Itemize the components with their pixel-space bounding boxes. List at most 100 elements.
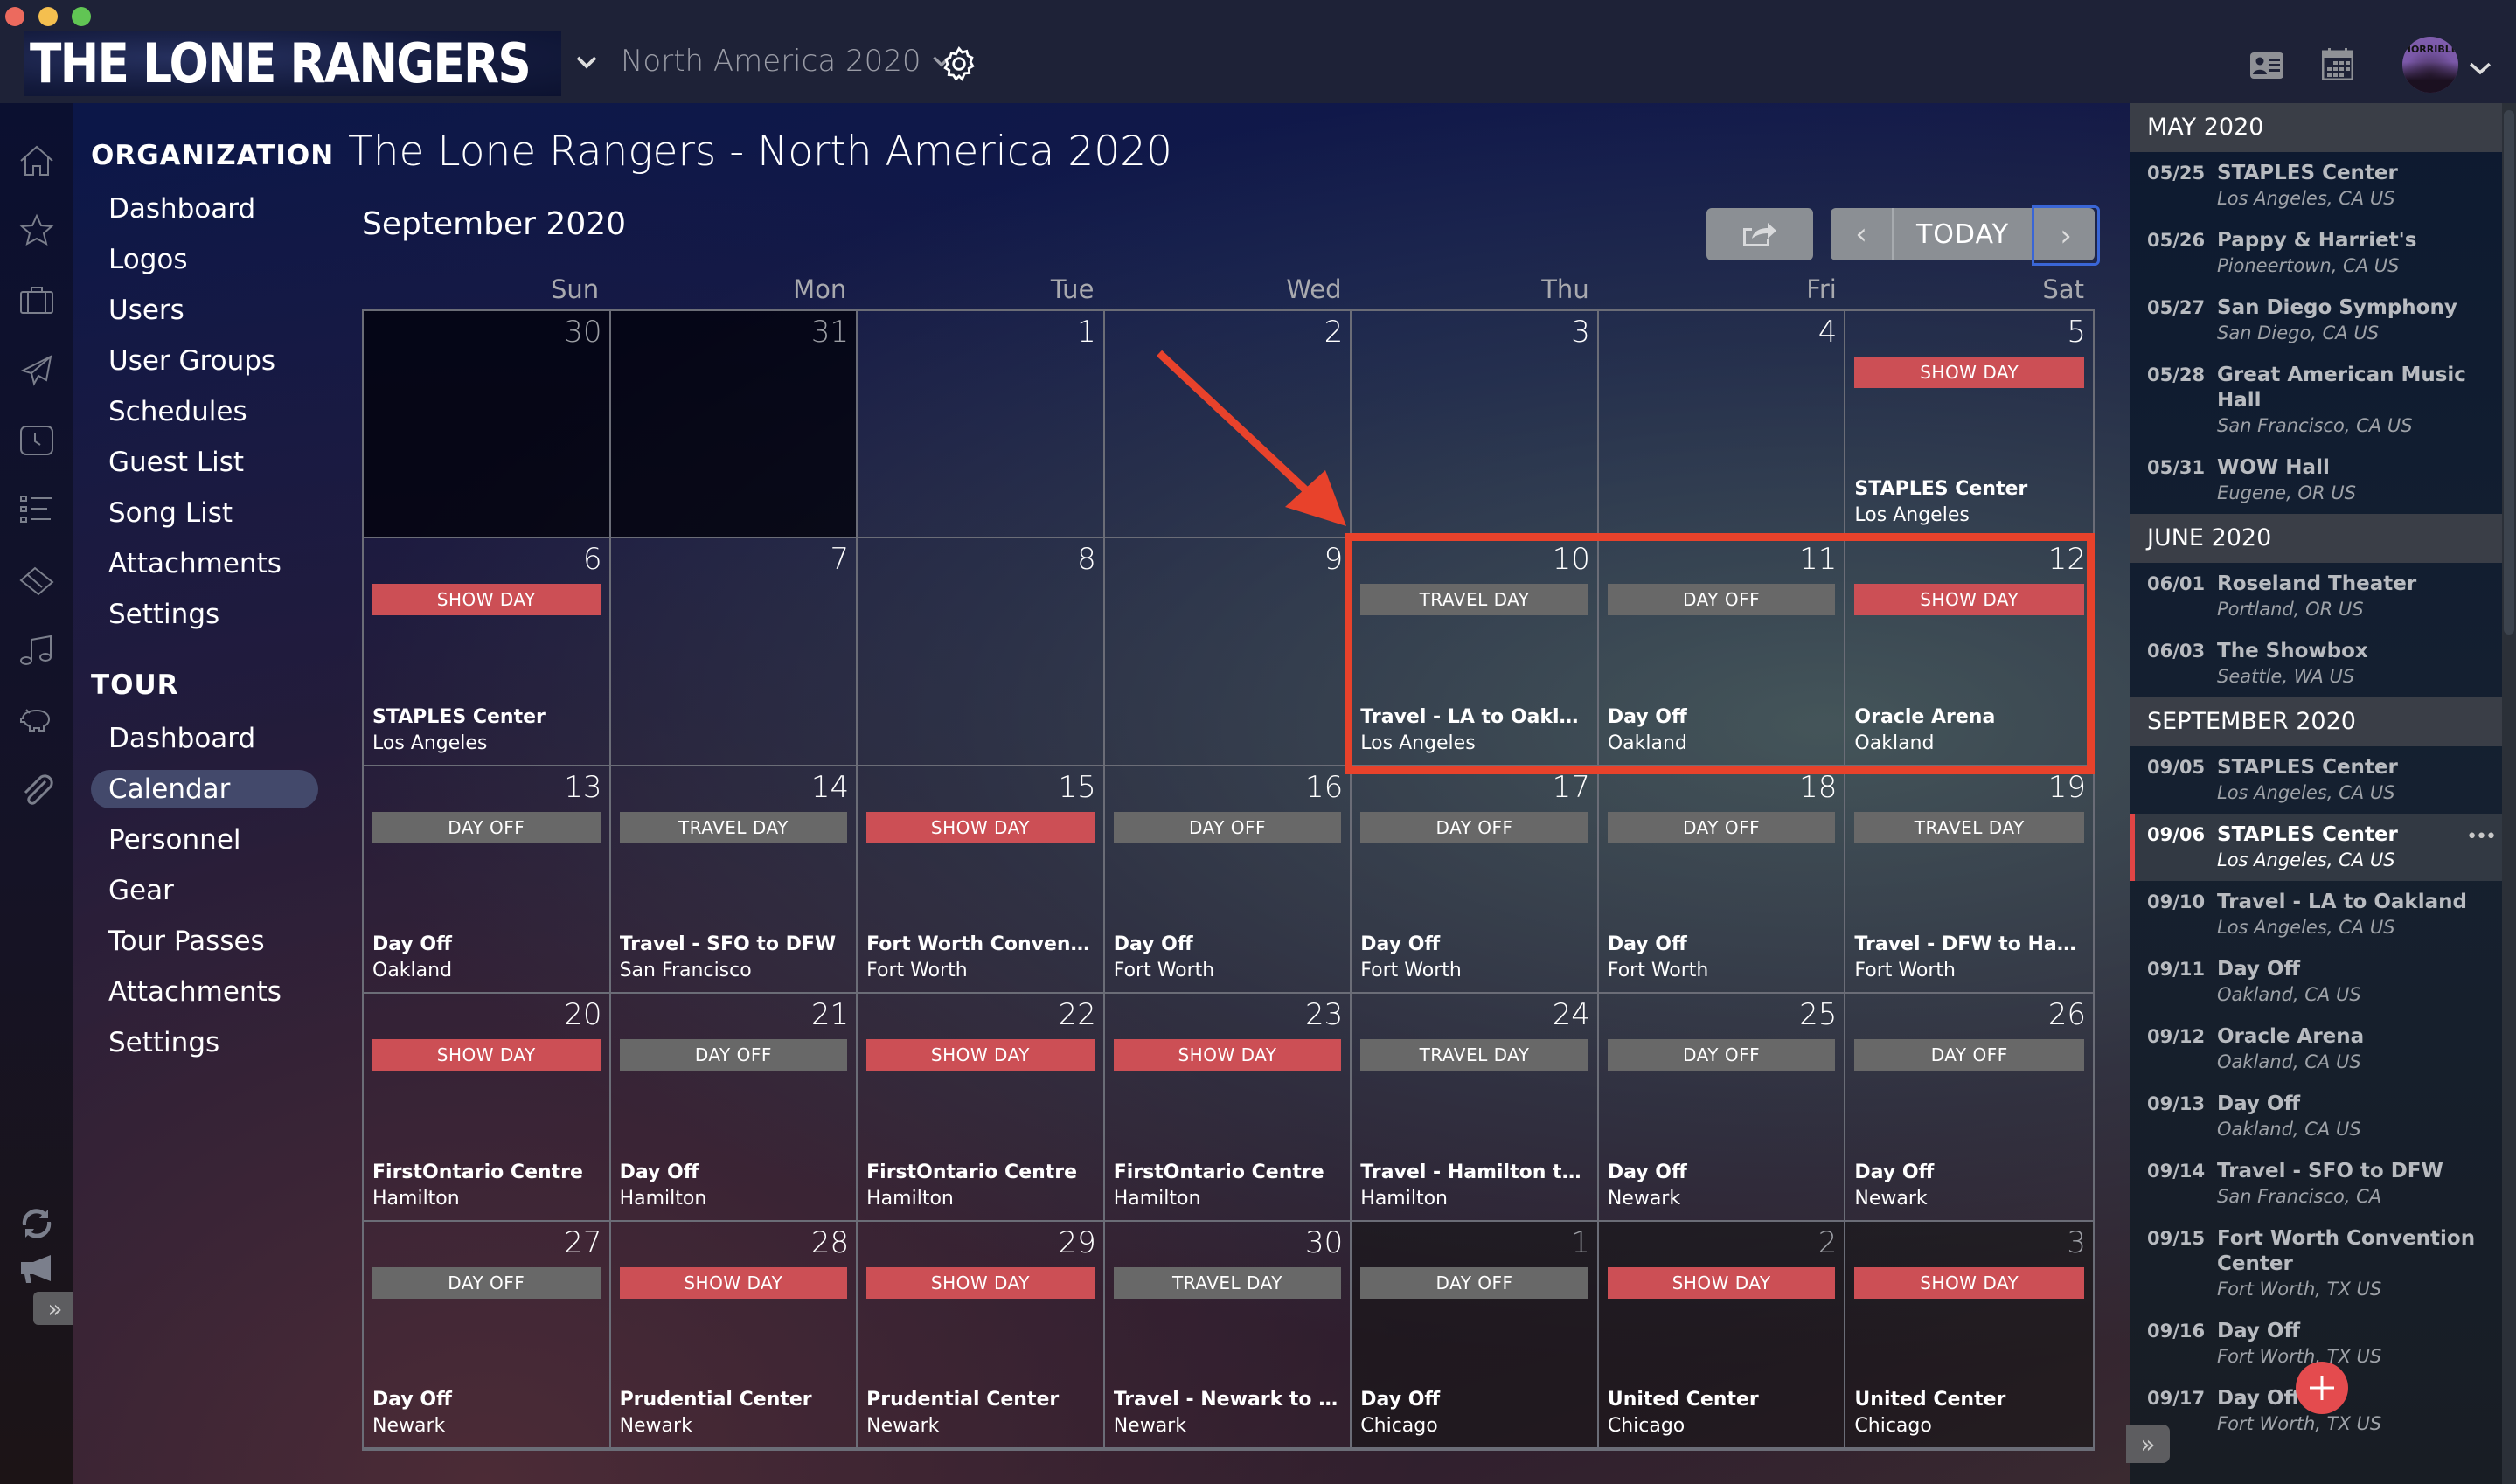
calendar-day-cell[interactable]: 8 bbox=[858, 538, 1105, 766]
event-list-item[interactable]: 05/27 San Diego Symphony San Diego, CA US bbox=[2130, 287, 2502, 354]
nav-item-org-settings[interactable]: Settings bbox=[91, 589, 318, 640]
calendar-day-cell[interactable]: 9 bbox=[1104, 538, 1352, 766]
calendar-day-cell[interactable]: 25 DAY OFF Day Off Newark bbox=[1598, 994, 1846, 1222]
tour-selector[interactable]: North America 2020 bbox=[621, 44, 953, 79]
band-logo[interactable]: THE LONE RANGERS bbox=[24, 31, 561, 96]
nav-item-org-guest-list[interactable]: Guest List bbox=[91, 437, 318, 488]
briefcase-icon[interactable] bbox=[19, 283, 54, 318]
event-title[interactable]: Travel - LA to Oakland bbox=[1360, 706, 1590, 728]
sync-icon[interactable] bbox=[19, 1206, 54, 1241]
calendar-day-cell[interactable]: 21 DAY OFF Day Off Hamilton bbox=[610, 994, 858, 1222]
checklist-icon[interactable] bbox=[19, 493, 54, 528]
day-type-badge[interactable]: DAY OFF bbox=[1854, 1039, 2084, 1071]
day-type-badge[interactable]: DAY OFF bbox=[1607, 584, 1836, 616]
calendar-day-cell[interactable]: 22 SHOW DAY FirstOntario Centre Hamilton bbox=[858, 994, 1105, 1222]
event-title[interactable]: Travel - SFO to DFW bbox=[620, 933, 850, 955]
ticket-icon[interactable] bbox=[19, 563, 54, 598]
event-title[interactable]: United Center bbox=[1854, 1389, 2086, 1411]
day-type-badge[interactable]: DAY OFF bbox=[619, 1039, 848, 1071]
day-type-badge[interactable]: DAY OFF bbox=[372, 811, 601, 843]
event-title[interactable]: STAPLES Center bbox=[1854, 478, 2086, 500]
day-type-badge[interactable]: SHOW DAY bbox=[1854, 357, 2084, 388]
day-type-badge[interactable]: TRAVEL DAY bbox=[1360, 584, 1588, 616]
nav-item-tour-settings[interactable]: Settings bbox=[91, 1017, 318, 1068]
calendar-day-cell[interactable]: 16 DAY OFF Day Off Fort Worth bbox=[1104, 766, 1352, 995]
avatar[interactable]: HORRIBLE bbox=[2402, 37, 2458, 93]
expand-sidebar-button[interactable]: » bbox=[33, 1292, 77, 1325]
event-title[interactable]: FirstOntario Centre bbox=[1114, 1162, 1344, 1183]
minimize-window-button[interactable] bbox=[38, 7, 58, 26]
event-list-item[interactable]: 09/13 Day Off Oakland, CA US bbox=[2130, 1083, 2502, 1150]
day-type-badge[interactable]: SHOW DAY bbox=[1607, 1266, 1836, 1299]
day-type-badge[interactable]: DAY OFF bbox=[1360, 1266, 1588, 1299]
calendar-day-cell[interactable]: 19 TRAVEL DAY Travel - DFW to Hamilt… Fort … bbox=[1845, 766, 2093, 995]
event-title[interactable]: Day Off bbox=[1360, 933, 1590, 955]
close-window-button[interactable] bbox=[5, 7, 24, 26]
calendar-day-cell[interactable]: 2 bbox=[1104, 311, 1352, 539]
calendar-day-cell[interactable]: 29 SHOW DAY Prudential Center Newark bbox=[858, 1221, 1105, 1449]
nav-item-org-logos[interactable]: Logos bbox=[91, 234, 318, 285]
nav-item-tour-gear[interactable]: Gear bbox=[91, 865, 318, 916]
calendar-day-cell[interactable]: 4 bbox=[1598, 311, 1846, 539]
maximize-window-button[interactable] bbox=[72, 7, 91, 26]
calendar-day-cell[interactable]: 15 SHOW DAY Fort Worth Convention… Fort Wor… bbox=[858, 766, 1105, 995]
calendar-day-cell[interactable]: 3 SHOW DAY United Center Chicago bbox=[1845, 1221, 2093, 1449]
calendar-day-cell[interactable]: 23 SHOW DAY FirstOntario Centre Hamilton bbox=[1104, 994, 1352, 1222]
calendar-day-cell[interactable]: 20 SHOW DAY FirstOntario Centre Hamilton bbox=[364, 994, 611, 1222]
event-title[interactable]: Day Off bbox=[1608, 933, 1838, 955]
day-type-badge[interactable]: SHOW DAY bbox=[866, 811, 1095, 843]
day-type-badge[interactable]: SHOW DAY bbox=[866, 1266, 1095, 1299]
calendar-day-cell[interactable]: 28 SHOW DAY Prudential Center Newark bbox=[610, 1221, 858, 1449]
nav-item-org-users[interactable]: Users bbox=[91, 285, 318, 336]
calendar-icon[interactable] bbox=[2322, 47, 2353, 80]
event-title[interactable]: Prudential Center bbox=[620, 1389, 850, 1411]
event-title[interactable]: Day Off bbox=[1854, 1162, 2086, 1183]
event-list-item[interactable]: 09/05 STAPLES Center Los Angeles, CA US bbox=[2130, 746, 2502, 814]
event-title[interactable]: Day Off bbox=[1114, 933, 1344, 955]
event-list-item[interactable]: 09/10 Travel - LA to Oakland Los Angeles, … bbox=[2130, 881, 2502, 948]
calendar-day-cell[interactable]: 5 SHOW DAY STAPLES Center Los Angeles bbox=[1845, 311, 2093, 539]
event-title[interactable]: United Center bbox=[1608, 1389, 1838, 1411]
event-list-item[interactable]: 09/06 STAPLES Center Los Angeles, CA US ••• bbox=[2130, 814, 2502, 881]
today-button[interactable]: TODAY bbox=[1894, 208, 2032, 260]
event-title[interactable]: Day Off bbox=[372, 933, 602, 955]
paperclip-icon[interactable] bbox=[19, 773, 54, 808]
share-button[interactable] bbox=[1706, 208, 1813, 260]
nav-item-org-song-list[interactable]: Song List bbox=[91, 488, 318, 538]
day-type-badge[interactable]: DAY OFF bbox=[1607, 1039, 1836, 1071]
event-title[interactable]: Fort Worth Convention… bbox=[866, 933, 1096, 955]
calendar-day-cell[interactable]: 12 SHOW DAY Oracle Arena Oakland bbox=[1845, 538, 2093, 766]
settings-gear-icon[interactable] bbox=[941, 45, 977, 82]
event-title[interactable]: STAPLES Center bbox=[372, 706, 602, 728]
event-title[interactable]: Day Off bbox=[620, 1162, 850, 1183]
event-title[interactable]: Day Off bbox=[372, 1389, 602, 1411]
contact-card-icon[interactable] bbox=[2250, 52, 2283, 79]
day-type-badge[interactable]: DAY OFF bbox=[1113, 811, 1342, 843]
nav-item-tour-calendar[interactable]: Calendar bbox=[91, 770, 318, 808]
nav-item-org-attachments[interactable]: Attachments bbox=[91, 538, 318, 589]
day-type-badge[interactable]: SHOW DAY bbox=[1113, 1039, 1342, 1071]
home-icon[interactable] bbox=[19, 143, 54, 178]
day-type-badge[interactable]: SHOW DAY bbox=[866, 1039, 1095, 1071]
day-type-badge[interactable]: DAY OFF bbox=[1607, 811, 1836, 843]
day-type-badge[interactable]: DAY OFF bbox=[372, 1266, 601, 1299]
nav-item-tour-personnel[interactable]: Personnel bbox=[91, 815, 318, 865]
calendar-day-cell[interactable]: 26 DAY OFF Day Off Newark bbox=[1845, 994, 2093, 1222]
day-type-badge[interactable]: SHOW DAY bbox=[1854, 584, 2084, 616]
calendar-day-cell[interactable]: 24 TRAVEL DAY Travel - Hamilton to Ne… Hami… bbox=[1352, 994, 1599, 1222]
calendar-day-cell[interactable]: 1 DAY OFF Day Off Chicago bbox=[1352, 1221, 1599, 1449]
day-type-badge[interactable]: DAY OFF bbox=[1360, 811, 1588, 843]
piggy-bank-icon[interactable] bbox=[19, 703, 54, 738]
event-list-item[interactable]: 09/11 Day Off Oakland, CA US bbox=[2130, 948, 2502, 1016]
day-type-badge[interactable]: TRAVEL DAY bbox=[1854, 811, 2084, 843]
chevron-down-icon[interactable] bbox=[573, 49, 600, 75]
calendar-day-cell[interactable]: 30 bbox=[364, 311, 611, 539]
event-list-item[interactable]: 06/01 Roseland Theater Portland, OR US bbox=[2130, 563, 2502, 630]
calendar-day-cell[interactable]: 10 TRAVEL DAY Travel - LA to Oakland Los An… bbox=[1352, 538, 1599, 766]
day-type-badge[interactable]: SHOW DAY bbox=[619, 1266, 848, 1299]
calendar-day-cell[interactable]: 11 DAY OFF Day Off Oakland bbox=[1598, 538, 1846, 766]
calendar-day-cell[interactable]: 7 bbox=[610, 538, 858, 766]
day-type-badge[interactable]: SHOW DAY bbox=[372, 584, 601, 616]
calendar-day-cell[interactable]: 3 bbox=[1352, 311, 1599, 539]
megaphone-icon[interactable] bbox=[19, 1252, 54, 1286]
